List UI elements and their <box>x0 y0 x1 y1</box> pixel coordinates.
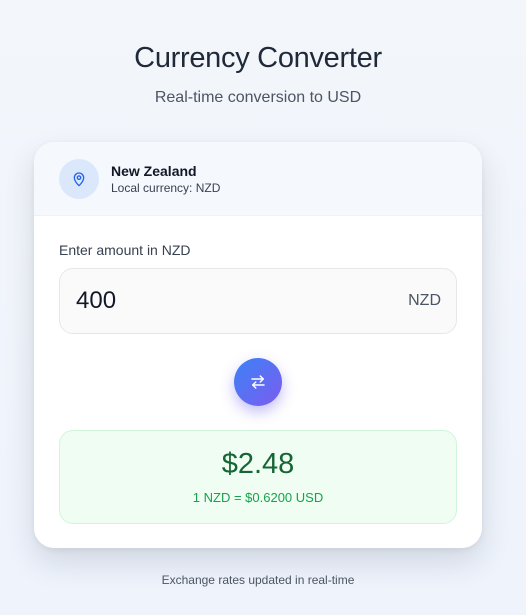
result-box: $2.48 1 NZD = $0.6200 USD <box>59 430 457 524</box>
converted-amount: $2.48 <box>221 448 295 480</box>
amount-field[interactable]: NZD <box>59 268 457 334</box>
footer-note: Exchange rates updated in real-time <box>161 573 355 587</box>
amount-input[interactable] <box>76 285 376 317</box>
page-subtitle: Real-time conversion to USD <box>154 89 362 106</box>
map-pin-icon <box>59 159 99 199</box>
converter-card: New Zealand Local currency: NZD Enter am… <box>34 142 482 548</box>
location-header: New Zealand Local currency: NZD <box>34 142 482 216</box>
amount-label: Enter amount in NZD <box>59 242 191 258</box>
currency-suffix: NZD <box>408 292 441 309</box>
swap-button[interactable] <box>234 358 282 406</box>
swap-arrows-icon <box>251 375 265 389</box>
exchange-rate: 1 NZD = $0.6200 USD <box>192 490 324 505</box>
page-title: Currency Converter <box>134 42 382 74</box>
location-country: New Zealand <box>111 163 197 179</box>
location-currency: Local currency: NZD <box>111 181 221 195</box>
